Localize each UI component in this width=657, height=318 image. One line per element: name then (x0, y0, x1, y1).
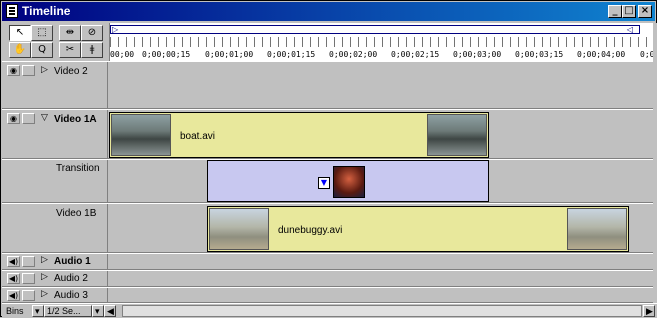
timeline-app-icon (6, 4, 18, 18)
range-select-tool[interactable]: ⬚ (31, 25, 53, 41)
track-header: ◉ ▷ Video 2 (2, 62, 108, 108)
lock-icon[interactable] (22, 273, 35, 284)
minimize-button[interactable]: _ (608, 5, 622, 18)
track-tool[interactable]: ⇹ (59, 25, 81, 41)
horizontal-scrollbar[interactable] (122, 305, 642, 317)
vertical-scrollbar[interactable] (653, 23, 657, 313)
transition-clip[interactable]: ▼ (207, 160, 489, 202)
lock-icon[interactable] (22, 290, 35, 301)
track-audio-1: ◀) ▷ Audio 1 (2, 253, 653, 270)
close-button[interactable]: × (638, 5, 652, 18)
track-video-1a: ◉ ▽ Video 1A boat.avi (2, 109, 653, 159)
track-header: ◀) ▷ Audio 2 (2, 271, 108, 286)
ruler-ticks (110, 37, 654, 47)
track-video-2: ◉ ▷ Video 2 (2, 61, 653, 109)
scroll-left-button[interactable]: ◀ (104, 305, 116, 317)
zoom-level-label[interactable]: 1/2 Se... (44, 305, 92, 317)
transition-direction-arrow-icon[interactable]: ▼ (318, 177, 330, 189)
clip-thumbnail (209, 208, 269, 250)
track-lane[interactable]: ▼ (109, 160, 653, 202)
collapse-triangle-icon[interactable]: ▽ (41, 113, 48, 123)
track-audio-3: ◀) ▷ Audio 3 (2, 287, 653, 303)
title-bar[interactable]: Timeline _ □ × (2, 2, 655, 21)
eye-icon[interactable]: ◉ (7, 113, 20, 124)
work-area-start-marker[interactable]: ▷ (112, 25, 118, 34)
track-label: Transition (56, 163, 100, 174)
track-lane[interactable]: dunebuggy.avi (109, 204, 653, 252)
ruler-label: 0;00;02;00 (329, 50, 378, 59)
maximize-button[interactable]: □ (622, 5, 636, 18)
clip-boat[interactable]: boat.avi (109, 112, 489, 158)
track-lane[interactable] (109, 271, 653, 286)
track-header: ◀) ▷ Audio 1 (2, 254, 108, 269)
track-label: Video 1A (54, 114, 97, 125)
bottom-bar: Bins ▾ 1/2 Se... ▾ ◀ ▶ (2, 303, 657, 318)
expand-triangle-icon[interactable]: ▷ (41, 272, 48, 282)
bins-label[interactable]: Bins (6, 306, 24, 316)
selection-tool[interactable]: ↖ (9, 25, 31, 41)
fade-tool[interactable]: ⊘ (81, 25, 103, 41)
ruler-label: 0;00;03;00 (453, 50, 502, 59)
track-lane[interactable] (109, 254, 653, 269)
track-header: ◉ ▽ Video 1A (2, 110, 108, 158)
work-area-bar[interactable]: ▷ ◁ (110, 25, 640, 34)
lock-icon[interactable] (22, 113, 35, 124)
track-header: ◀) ▷ Audio 3 (2, 288, 108, 302)
track-lane[interactable] (109, 62, 653, 108)
ruler-label: 0;00;02;15 (391, 50, 440, 59)
razor-tool[interactable]: ✂ (59, 42, 81, 58)
zoom-dropdown-arrow-icon[interactable]: ▾ (92, 305, 104, 317)
timeline-window: Timeline _ □ × ↖ ⬚ ⇹ ⊘ ✋ Q ✂ ǂ ▷ ◁ 00;00… (0, 0, 657, 318)
zoom-tool[interactable]: Q (31, 42, 53, 58)
ruler-label: 0;00;04;00 (577, 50, 626, 59)
track-label: Audio 2 (54, 273, 88, 284)
clip-thumbnail (427, 114, 487, 156)
clip-thumbnail (111, 114, 171, 156)
speaker-icon[interactable]: ◀) (7, 273, 20, 284)
speaker-icon[interactable]: ◀) (7, 256, 20, 267)
expand-triangle-icon[interactable]: ▷ (41, 289, 48, 299)
toolbox: ↖ ⬚ ⇹ ⊘ ✋ Q ✂ ǂ (9, 25, 105, 61)
speaker-icon[interactable]: ◀) (7, 290, 20, 301)
track-lane[interactable]: boat.avi (109, 110, 653, 158)
expand-triangle-icon[interactable]: ▷ (41, 65, 48, 75)
ruler-label: 0;00;01;00 (205, 50, 254, 59)
expand-triangle-icon[interactable]: ▷ (41, 255, 48, 265)
eye-icon[interactable]: ◉ (7, 65, 20, 76)
hand-tool[interactable]: ✋ (9, 42, 31, 58)
clip-name: dunebuggy.avi (278, 225, 343, 236)
clip-name: boat.avi (180, 131, 216, 142)
work-area-end-marker[interactable]: ◁ (627, 25, 633, 34)
transition-effect-icon (333, 166, 365, 198)
time-ruler[interactable]: ▷ ◁ 00;00 0;00;00;15 0;00;01;00 0;00;01;… (109, 23, 654, 61)
track-audio-2: ◀) ▷ Audio 2 (2, 270, 653, 287)
window-title: Timeline (22, 4, 71, 18)
track-lane[interactable] (109, 288, 653, 302)
clip-dunebuggy[interactable]: dunebuggy.avi (207, 206, 629, 252)
bins-dropdown-arrow-icon[interactable]: ▾ (32, 305, 44, 317)
track-header: Video 1B (2, 204, 108, 252)
in-out-tool[interactable]: ǂ (81, 42, 103, 58)
lock-icon[interactable] (22, 256, 35, 267)
track-label: Audio 3 (54, 290, 88, 301)
ruler-label: 0;00;01;15 (267, 50, 316, 59)
track-label: Audio 1 (54, 256, 91, 267)
lock-icon[interactable] (22, 65, 35, 76)
ruler-label: 0;00;00;15 (142, 50, 191, 59)
track-transition: Transition ▼ (2, 159, 653, 203)
ruler-label: 00;00 (110, 50, 135, 59)
track-label: Video 2 (54, 66, 88, 77)
track-label: Video 1B (56, 208, 97, 219)
clip-thumbnail (567, 208, 627, 250)
ruler-label: 0;00;03;15 (515, 50, 564, 59)
track-video-1b: Video 1B dunebuggy.avi (2, 203, 653, 253)
track-header: Transition (2, 160, 108, 202)
scroll-right-button[interactable]: ▶ (643, 305, 655, 317)
